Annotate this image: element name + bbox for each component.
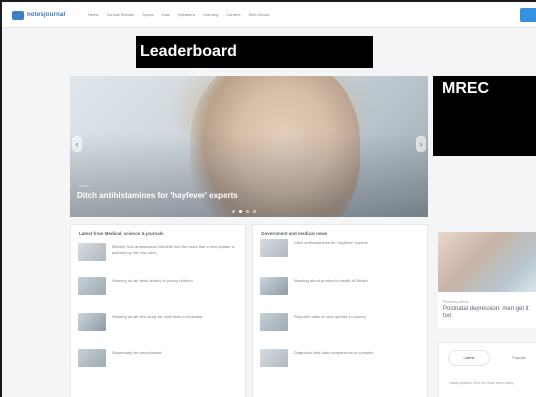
article-column-right: Government and medical news Ditch antihi…: [252, 224, 428, 397]
nav-item-topics[interactable]: Topics: [142, 12, 153, 17]
logo-icon: [12, 10, 24, 20]
slider-dot[interactable]: [246, 210, 249, 213]
article-thumbnail: [78, 243, 106, 261]
article-title[interactable]: Ditch antihistamines for 'hayfever' expe…: [294, 240, 420, 246]
article-title[interactable]: Warning as lab tests deaths of young chi…: [112, 278, 238, 284]
list-item[interactable]: Warning as lab test study for child test…: [78, 313, 240, 335]
article-thumbnail: [260, 349, 288, 367]
list-item[interactable]: Dispensary fee unexplained: [78, 349, 240, 371]
logo-text: notesjournal: [27, 12, 66, 18]
tab-popular[interactable]: Popular: [499, 351, 536, 365]
top-navbar: notesjournal Home Clinical Results Topic…: [2, 2, 536, 28]
article-thumbnail: [260, 277, 288, 295]
article-thumbnail: [260, 313, 288, 331]
list-item[interactable]: Reported case of virus spread in country: [260, 313, 422, 335]
nav-item-learning[interactable]: Learning: [203, 12, 219, 17]
list-item[interactable]: Ditch antihistamines for 'hayfever' expe…: [260, 239, 422, 261]
nav-item-home[interactable]: Home: [88, 12, 99, 17]
slider-prev-icon[interactable]: ‹: [72, 136, 82, 152]
ad-leaderboard[interactable]: Leaderboard: [136, 36, 373, 68]
slider-next-icon[interactable]: ›: [416, 136, 426, 152]
slider-dot-active[interactable]: [239, 210, 242, 213]
column-heading: Latest from Medical, science & journals: [79, 231, 164, 236]
nav-item-jobs[interactable]: Jobs: [161, 12, 169, 17]
list-item[interactable]: Warning about product to health of Brita…: [260, 277, 422, 299]
article-title[interactable]: Warning as lab test study for child test…: [112, 314, 238, 320]
promo-tag: Pharmacy News: [443, 300, 469, 304]
article-column-left: Latest from Medical, science & journals …: [70, 224, 246, 397]
ad-mrec[interactable]: MREC: [433, 76, 536, 156]
tab-preview-text[interactable]: Latest updates from the news team today: [449, 381, 529, 386]
site-logo[interactable]: notesjournal: [12, 10, 66, 20]
list-item[interactable]: Diagnostic test data comparisons to comp…: [260, 349, 422, 371]
login-button[interactable]: [520, 8, 536, 22]
nav-item-clinical-results[interactable]: Clinical Results: [107, 12, 134, 17]
article-title[interactable]: Dispensary fee unexplained: [112, 350, 238, 356]
promo-title[interactable]: Postnatal depression: men get it too: [443, 306, 535, 320]
article-thumbnail: [260, 239, 288, 257]
article-title[interactable]: Midwife Nuri ambassador Michelle told th…: [112, 244, 238, 255]
tab-latest[interactable]: Latest: [449, 351, 489, 365]
column-heading: Government and medical news: [261, 231, 328, 236]
nav-item-web-ebook[interactable]: Web eBook: [249, 12, 270, 17]
article-thumbnail: [78, 277, 106, 295]
tabs-widget: Latest Popular Latest updates from the n…: [438, 342, 536, 397]
article-title[interactable]: Warning about product to health of Brita…: [294, 278, 420, 284]
list-item[interactable]: Warning as lab tests deaths of young chi…: [78, 277, 240, 299]
nav-item-careers[interactable]: Careers: [226, 12, 240, 17]
article-title[interactable]: Diagnostic test data comparisons to comp…: [294, 350, 420, 356]
slider-dots: [232, 210, 256, 213]
article-title[interactable]: Reported case of virus spread in country: [294, 314, 420, 320]
nav-item-speakers[interactable]: Speakers: [178, 12, 195, 17]
list-item[interactable]: Midwife Nuri ambassador Michelle told th…: [78, 243, 240, 265]
hero-slider[interactable]: ‹ › News Ditch antihistamines for 'hayfe…: [70, 76, 428, 217]
hero-title[interactable]: Ditch antihistamines for 'hayfever' expe…: [77, 191, 238, 200]
slider-dot[interactable]: [253, 210, 256, 213]
promo-image: [438, 232, 536, 292]
slider-dot[interactable]: [232, 210, 235, 213]
hero-tag: News: [79, 183, 90, 188]
article-thumbnail: [78, 349, 106, 367]
main-nav: Home Clinical Results Topics Jobs Speake…: [88, 12, 269, 17]
promo-card[interactable]: Pharmacy News Postnatal depression: men …: [438, 232, 536, 328]
article-thumbnail: [78, 313, 106, 331]
